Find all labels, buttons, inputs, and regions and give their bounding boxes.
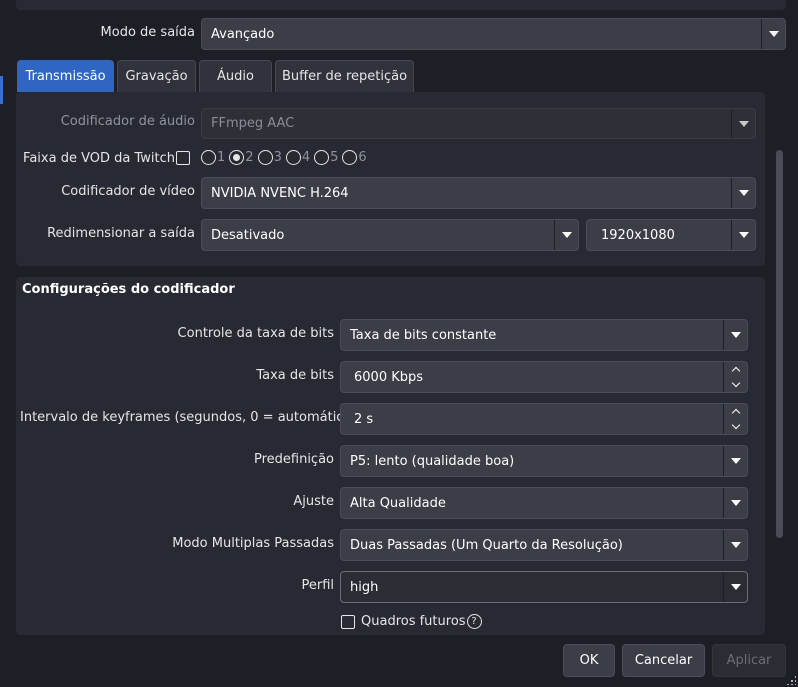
lookahead-checkbox[interactable] bbox=[341, 614, 355, 629]
tuning-value: Alta Qualidade bbox=[350, 495, 446, 511]
video-encoder-label: Codificador de vídeo bbox=[61, 184, 195, 199]
tuning-select[interactable]: Alta Qualidade bbox=[340, 487, 748, 519]
top-panel-edge bbox=[16, 0, 786, 10]
multipass-value: Duas Passadas (Um Quarto da Resolução) bbox=[350, 537, 623, 553]
apply-button: Aplicar bbox=[712, 644, 786, 677]
audio-encoder-label: Codificador de áudio bbox=[60, 114, 195, 129]
chevron-down-icon bbox=[731, 220, 755, 250]
track-radio-2[interactable]: 2 bbox=[229, 150, 255, 165]
profile-label: Perfil bbox=[301, 578, 334, 593]
tab-transmissao[interactable]: Transmissão bbox=[17, 60, 114, 92]
bitrate-value: 6000 Kbps bbox=[354, 369, 424, 385]
rescale-label: Redimensionar a saída bbox=[47, 226, 195, 241]
question-circle-icon[interactable]: ? bbox=[466, 614, 482, 629]
tab-audio[interactable]: Áudio bbox=[199, 60, 272, 92]
spin-up-icon[interactable] bbox=[724, 404, 747, 419]
chevron-down-icon bbox=[761, 19, 785, 49]
twitch-vod-checkbox[interactable] bbox=[176, 151, 190, 165]
track-radio-5[interactable]: 5 bbox=[314, 150, 340, 165]
chevron-down-icon bbox=[723, 446, 747, 476]
tab-buffer-repeticao[interactable]: Buffer de repetição bbox=[275, 60, 414, 92]
preset-value: P5: lento (qualidade boa) bbox=[350, 453, 515, 469]
tab-gravacao[interactable]: Gravação bbox=[117, 60, 196, 92]
bitrate-spinbox[interactable]: 6000 Kbps bbox=[340, 361, 748, 393]
rate-control-select[interactable]: Taxa de bits constante bbox=[340, 319, 748, 351]
ok-button[interactable]: OK bbox=[563, 644, 615, 677]
encoder-settings-title: Configurações do codificador bbox=[22, 282, 235, 297]
output-mode-label: Modo de saída bbox=[100, 25, 195, 40]
twitch-vod-label: Faixa de VOD da Twitch bbox=[23, 151, 175, 166]
rescale-value: Desativado bbox=[211, 227, 285, 243]
lookahead-option[interactable]: Quadros futuros ? bbox=[341, 614, 482, 629]
track-radio-3[interactable]: 3 bbox=[257, 150, 284, 165]
multipass-select[interactable]: Duas Passadas (Um Quarto da Resolução) bbox=[340, 529, 748, 561]
output-mode-value: Avançado bbox=[211, 26, 275, 42]
multipass-label: Modo Multiplas Passadas bbox=[172, 536, 334, 551]
spin-down-icon[interactable] bbox=[724, 419, 747, 434]
preset-select[interactable]: P5: lento (qualidade boa) bbox=[340, 445, 748, 477]
profile-value: high bbox=[350, 579, 379, 595]
twitch-vod-track-group: 1 2 3 4 5 6 bbox=[201, 150, 371, 165]
cancel-button[interactable]: Cancelar bbox=[622, 644, 705, 677]
output-mode-select[interactable]: Avançado bbox=[201, 18, 786, 50]
chevron-down-icon bbox=[723, 488, 747, 518]
keyframe-interval-spinbox[interactable]: 2 s bbox=[340, 403, 748, 435]
rate-control-value: Taxa de bits constante bbox=[350, 327, 497, 343]
rescale-resolution-value: 1920x1080 bbox=[601, 227, 675, 243]
track-radio-4[interactable]: 4 bbox=[285, 150, 312, 165]
chevron-down-icon bbox=[723, 320, 747, 350]
lookahead-label: Quadros futuros bbox=[361, 614, 466, 629]
audio-encoder-value: FFmpeg AAC bbox=[211, 116, 295, 131]
rescale-resolution-select[interactable]: 1920x1080 bbox=[586, 219, 756, 251]
bitrate-label: Taxa de bits bbox=[256, 368, 334, 383]
chevron-down-icon bbox=[723, 530, 747, 560]
video-encoder-select[interactable]: NVIDIA NVENC H.264 bbox=[201, 177, 756, 209]
rescale-select[interactable]: Desativado bbox=[201, 219, 579, 251]
preset-label: Predefinição bbox=[253, 452, 334, 467]
chevron-down-icon bbox=[723, 572, 747, 602]
audio-encoder-select: FFmpeg AAC bbox=[201, 108, 756, 139]
keyframe-interval-label: Intervalo de keyframes (segundos, 0 = au… bbox=[20, 410, 357, 425]
chevron-down-icon bbox=[554, 220, 578, 250]
track-radio-6[interactable]: 6 bbox=[342, 150, 368, 165]
spin-down-icon[interactable] bbox=[724, 377, 747, 392]
video-encoder-value: NVIDIA NVENC H.264 bbox=[211, 185, 349, 201]
track-radio-1[interactable]: 1 bbox=[201, 150, 227, 165]
sidebar-selection-marker bbox=[0, 76, 3, 104]
spin-up-icon[interactable] bbox=[724, 362, 747, 377]
keyframe-interval-value: 2 s bbox=[354, 411, 374, 427]
chevron-down-icon bbox=[731, 178, 755, 208]
resize-grip-icon[interactable] bbox=[786, 675, 796, 685]
chevron-down-icon bbox=[731, 109, 755, 138]
tuning-label: Ajuste bbox=[293, 494, 334, 509]
rate-control-label: Controle da taxa de bits bbox=[177, 326, 334, 341]
profile-select[interactable]: high bbox=[340, 571, 748, 603]
vertical-scrollbar[interactable] bbox=[776, 150, 783, 538]
